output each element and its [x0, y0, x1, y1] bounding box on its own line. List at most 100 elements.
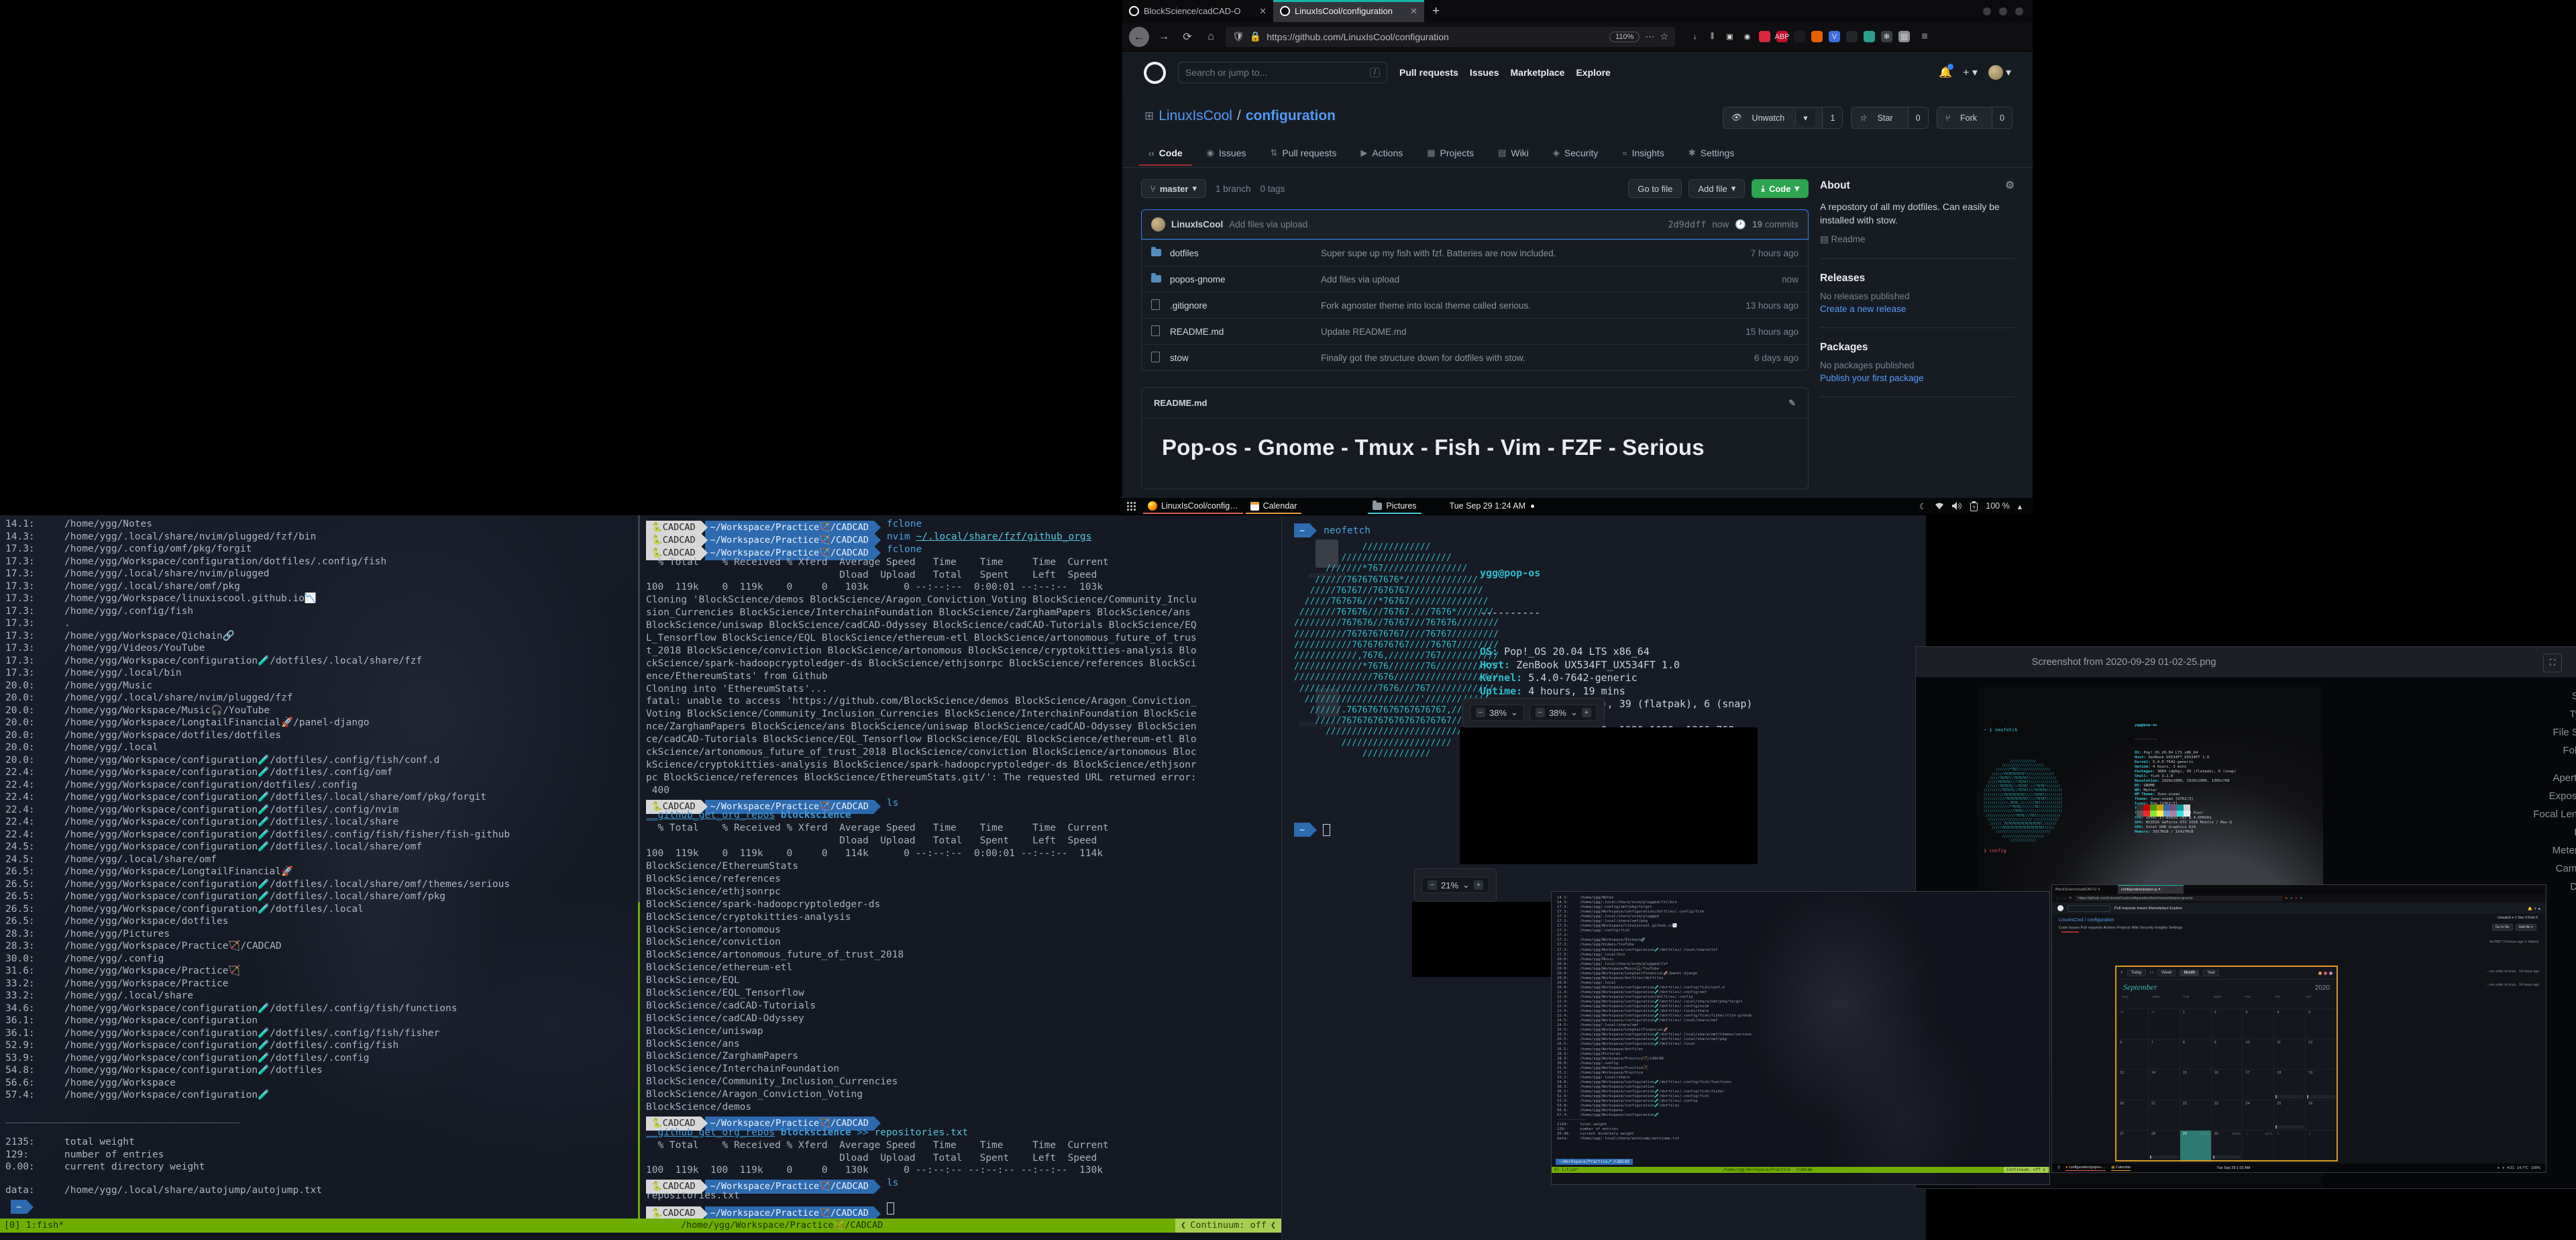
- extension-icon[interactable]: ◉: [1741, 31, 1753, 42]
- calendar-day-cell[interactable]: 31: [2148, 1009, 2180, 1039]
- chevron-down-icon[interactable]: ⌄: [1462, 880, 1470, 890]
- calendar-day-cell[interactable]: 27: [2116, 1130, 2148, 1160]
- calendar-day-cell[interactable]: 23: [2211, 1100, 2243, 1130]
- extension-icon[interactable]: [1794, 31, 1805, 42]
- calendar-day-cell[interactable]: 22: [2180, 1100, 2211, 1130]
- zoom-out-button[interactable]: −: [1476, 708, 1485, 717]
- chevron-down-icon[interactable]: ⌄: [1511, 707, 1518, 718]
- calendar-day-cell[interactable]: 20: [2116, 1100, 2148, 1130]
- create-release-link[interactable]: Create a new release: [1820, 304, 2015, 314]
- calendar-week-view[interactable]: Week: [2157, 970, 2176, 976]
- calendar-month-view[interactable]: Month: [2180, 970, 2199, 976]
- commit-count[interactable]: 19 commits: [1752, 219, 1799, 229]
- file-row[interactable]: README.md Update README.md 15 hours ago: [1142, 318, 1808, 344]
- fish-prompt[interactable]: ~: [11, 1200, 34, 1214]
- zoom-out-button[interactable]: −: [1536, 708, 1545, 717]
- branch-selector[interactable]: ⑂ master▾: [1141, 179, 1206, 198]
- github-nav-link[interactable]: Issues: [1470, 67, 1499, 78]
- file-row[interactable]: .gitignore Fork agnoster theme into loca…: [1142, 292, 1808, 318]
- window-controls[interactable]: [1983, 0, 2033, 22]
- file-row[interactable]: popos-gnome Add files via upload now: [1142, 266, 1808, 292]
- code-button[interactable]: ⤓Code ▾: [1752, 179, 1809, 198]
- calendar-day-cell[interactable]: 26: [2305, 1100, 2337, 1130]
- create-new-button[interactable]: + ▾: [1963, 66, 1978, 79]
- goto-file-button[interactable]: Go to file: [1628, 179, 1682, 198]
- taskbar-status-icons[interactable]: ☾ 100 % ▴: [1919, 501, 2033, 511]
- edit-pencil-icon[interactable]: ✎: [1788, 398, 1796, 409]
- more-icon[interactable]: ⋯: [1645, 31, 1654, 42]
- zoom-control[interactable]: − 21% ⌄ +: [1421, 877, 1489, 893]
- extension-icon[interactable]: V: [1829, 31, 1840, 42]
- gear-icon[interactable]: ⚙: [2005, 179, 2015, 192]
- tag-count[interactable]: 0 tags: [1260, 184, 1285, 194]
- show-applications-icon[interactable]: [1127, 502, 1136, 511]
- calendar-day-cell[interactable]: 21: [2148, 1100, 2180, 1130]
- zoom-in-button[interactable]: +: [1474, 880, 1483, 890]
- calendar-day-cell[interactable]: 3: [2305, 1130, 2337, 1160]
- readme-filename[interactable]: README.md: [1154, 398, 1207, 408]
- file-commit-message[interactable]: Super supe up my fish with fzf. Batterie…: [1321, 248, 1728, 258]
- file-name[interactable]: dotfiles: [1170, 248, 1321, 258]
- calendar-day-cell[interactable]: 28: [2148, 1130, 2180, 1160]
- file-commit-message[interactable]: Finally got the structure down for dotfi…: [1321, 353, 1728, 363]
- browser-tab-blockscience[interactable]: BlockScience/cadCAD-O ✕: [1122, 0, 1273, 22]
- zoom-control[interactable]: − 38% ⌄: [1470, 705, 1524, 721]
- terminal-prompt[interactable]: ~: [1294, 823, 1330, 837]
- calendar-day-cell[interactable]: 18.2°C: [2242, 1130, 2273, 1160]
- github-search[interactable]: Search or jump to... /: [1178, 62, 1387, 83]
- forward-button[interactable]: →: [1155, 31, 1173, 43]
- calendar-today-button[interactable]: Today: [2127, 970, 2146, 976]
- taskbar-item-pictures[interactable]: Pictures: [1366, 498, 1422, 514]
- zoom-in-button[interactable]: +: [1582, 708, 1591, 717]
- repo-owner-link[interactable]: LinuxIsCool: [1159, 108, 1232, 124]
- calendar-day-cell[interactable]: 18: [2273, 1069, 2305, 1099]
- commit-hash[interactable]: 2d9ddff: [1668, 219, 1706, 230]
- calendar-nav-arrows[interactable]: ‹ ›: [2150, 971, 2154, 975]
- extension-icon[interactable]: ABP: [1776, 31, 1788, 42]
- calendar-day-cell[interactable]: 2918.4°C: [2180, 1130, 2211, 1160]
- fork-count[interactable]: 0: [1992, 107, 2012, 128]
- extension-icon[interactable]: ▣: [1724, 31, 1735, 42]
- calendar-day-cell[interactable]: 25: [2273, 1100, 2305, 1130]
- browser-tab-configuration[interactable]: LinuxIsCool/configuration ✕: [1273, 0, 1424, 22]
- chevron-down-icon[interactable]: ⌄: [1570, 707, 1578, 718]
- calendar-day-cell[interactable]: 7: [2148, 1039, 2180, 1069]
- github-nav-link[interactable]: Marketplace: [1511, 67, 1565, 78]
- calendar-day-cell[interactable]: 2: [2273, 1130, 2305, 1160]
- calendar-day-cell[interactable]: 24: [2242, 1100, 2273, 1130]
- calendar-day-cell[interactable]: 8: [2180, 1039, 2211, 1069]
- calendar-day-cell[interactable]: 1: [2180, 1009, 2211, 1039]
- repo-tab[interactable]: ⇅ Pull requests: [1260, 142, 1346, 166]
- repo-tab[interactable]: ▶ Actions: [1351, 142, 1412, 166]
- calendar-day-cell[interactable]: 9: [2211, 1039, 2243, 1069]
- reload-button[interactable]: ⟳: [1179, 30, 1196, 44]
- github-logo[interactable]: [1144, 62, 1166, 84]
- notifications-bell-icon[interactable]: 🔔: [1939, 66, 1952, 79]
- commit-author[interactable]: LinuxIsCool: [1171, 219, 1223, 229]
- calendar-day-cell[interactable]: 11: [2273, 1039, 2305, 1069]
- repo-tab[interactable]: ‹› Code: [1139, 142, 1192, 166]
- calendar-day-cell[interactable]: 30: [2116, 1009, 2148, 1039]
- extension-icon[interactable]: [1864, 31, 1875, 42]
- calendar-day-cell[interactable]: 17: [2242, 1069, 2273, 1099]
- calendar-day-cell[interactable]: 3018.5°C: [2211, 1130, 2243, 1160]
- extension-icon[interactable]: [1811, 31, 1823, 42]
- calendar-day-cell[interactable]: 4: [2273, 1009, 2305, 1039]
- calendar-day-cell[interactable]: 6: [2116, 1039, 2148, 1069]
- branch-count[interactable]: 1 branch: [1216, 184, 1251, 194]
- taskbar-clock[interactable]: Tue Sep 29 1:24 AM: [1450, 501, 1535, 511]
- github-nav-link[interactable]: Pull requests: [1399, 67, 1458, 78]
- repo-tab[interactable]: ◈ Security: [1544, 142, 1608, 166]
- calendar-year-view[interactable]: Year: [2203, 970, 2219, 976]
- repo-tab[interactable]: ▦ Projects: [1417, 142, 1483, 166]
- calendar-day-cell[interactable]: 15: [2180, 1069, 2211, 1099]
- calendar-day-cell[interactable]: 10: [2242, 1039, 2273, 1069]
- extension-icon[interactable]: ✻: [1881, 31, 1892, 42]
- eog-headerbar[interactable]: Screenshot from 2020-09-29 01-02-25.png …: [1916, 647, 2576, 678]
- extension-icon[interactable]: ↓: [1689, 31, 1701, 42]
- cadcad-pane[interactable]: 🐍CADCAD~/Workspace/Practice🏹/CADCADfclon…: [642, 515, 1281, 1219]
- calendar-day-cell[interactable]: 13: [2116, 1069, 2148, 1099]
- fullscreen-button[interactable]: ⛶: [2543, 654, 2562, 672]
- github-nav-link[interactable]: Explore: [1576, 67, 1610, 78]
- file-commit-message[interactable]: Update README.md: [1321, 327, 1728, 337]
